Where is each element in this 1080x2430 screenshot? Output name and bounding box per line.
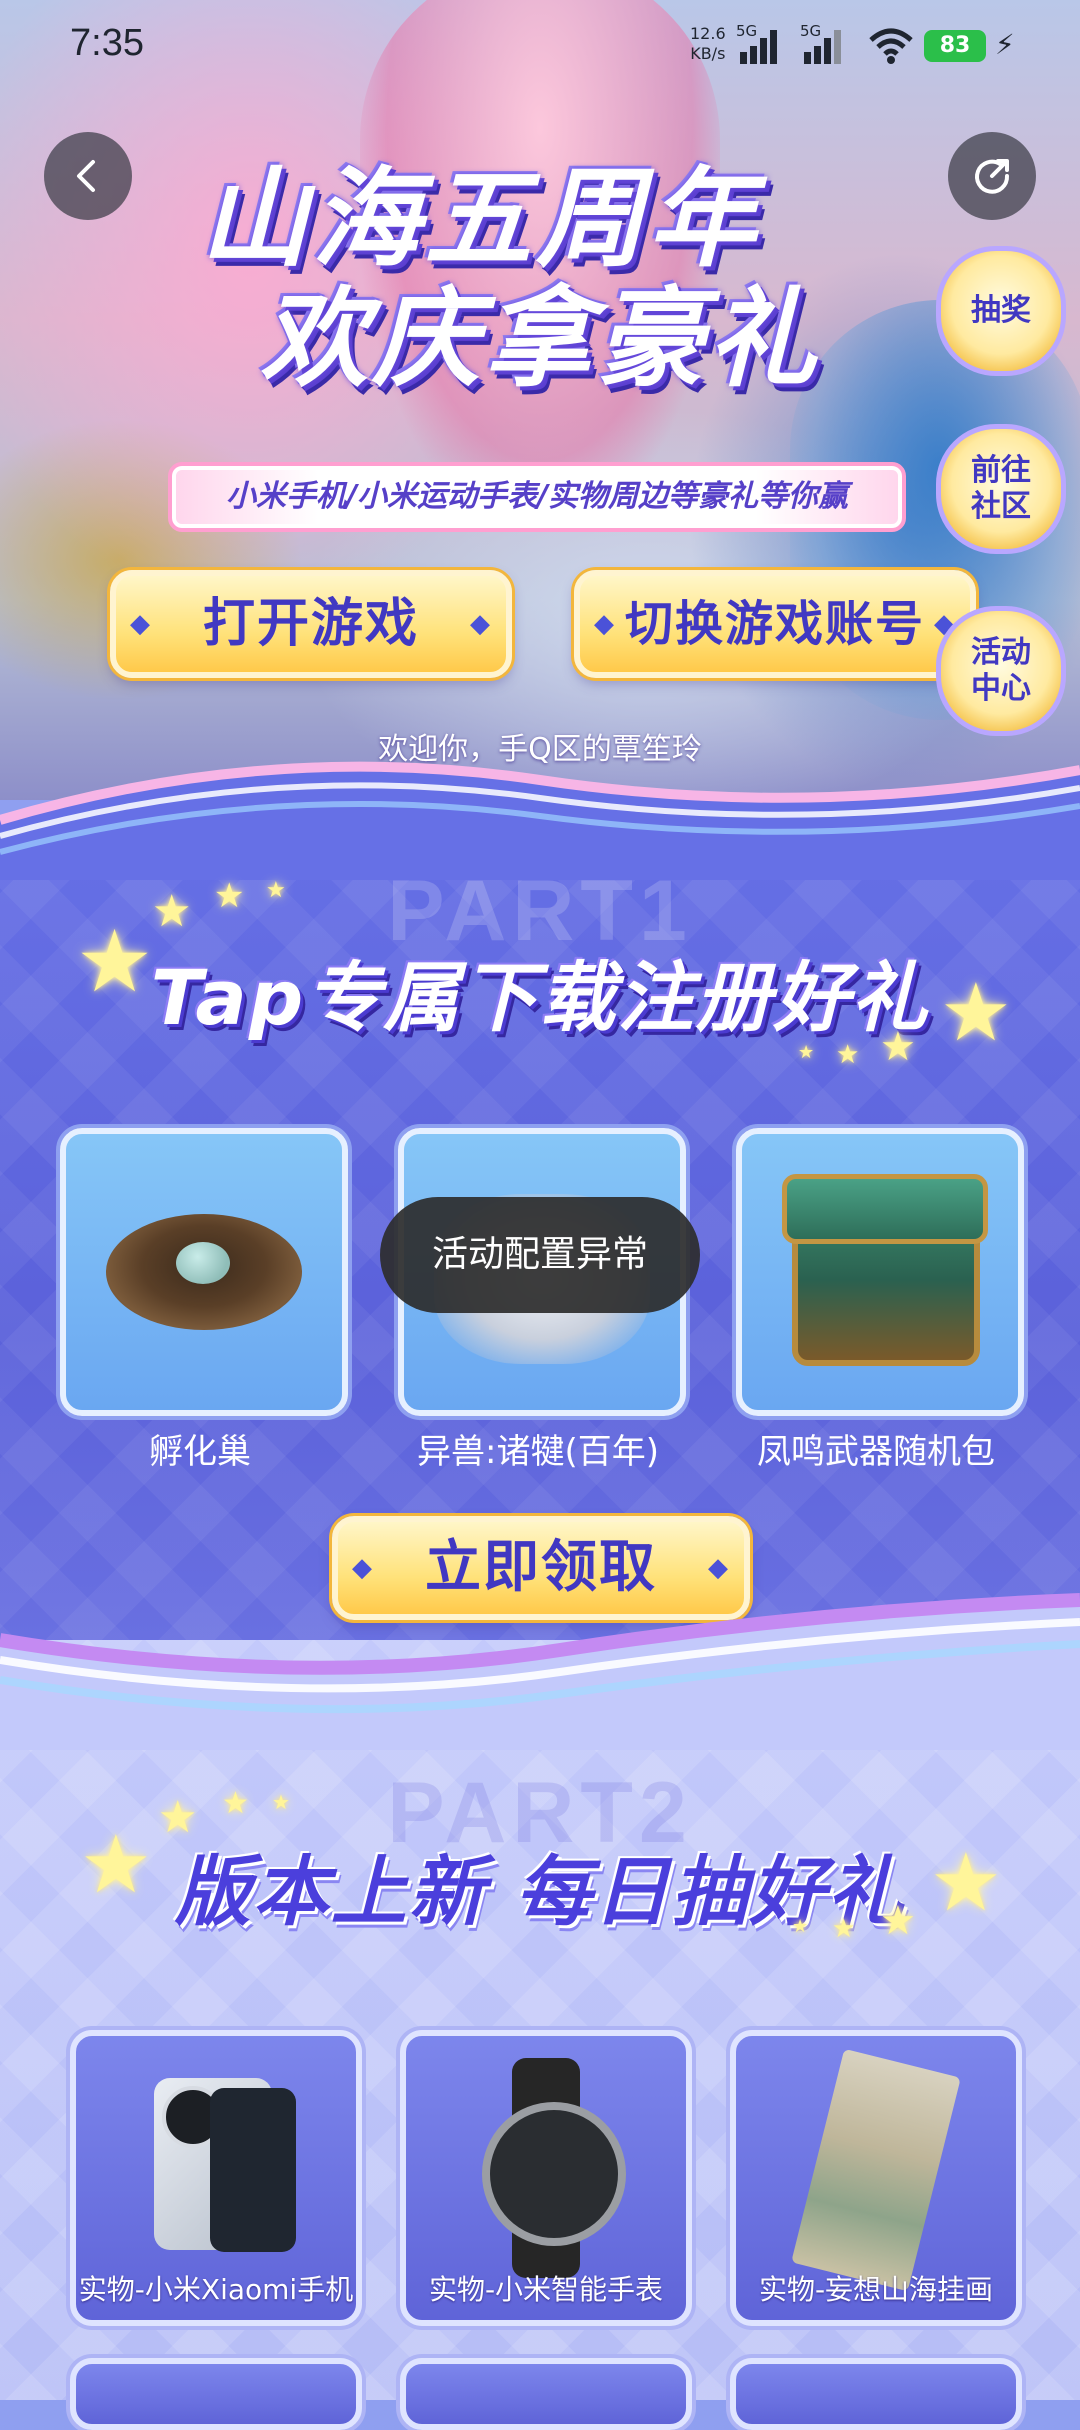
side-activity-center-button[interactable]: 活动 中心 xyxy=(936,606,1066,736)
share-icon xyxy=(975,159,1010,194)
star-icon: ★ xyxy=(76,912,154,1012)
prize-card-next-1[interactable] xyxy=(70,2358,362,2430)
event-title: 山海五周年 欢庆拿豪礼 xyxy=(200,160,900,400)
painting-image xyxy=(791,2048,961,2292)
section1-heading: Tap专属下载注册好礼 xyxy=(150,953,930,1042)
prize-card-next-3[interactable] xyxy=(730,2358,1022,2430)
prize-card-phone[interactable]: 实物-小米Xiaomi手机 xyxy=(70,2030,362,2326)
signal-icon-2: 5G xyxy=(800,22,846,64)
side-lottery-label: 抽奖 xyxy=(971,293,1031,328)
prize-card-watch[interactable]: 实物-小米智能手表 xyxy=(400,2030,692,2326)
event-subtitle: 小米手机/小米运动手表/实物周边等豪礼等你赢 xyxy=(168,462,906,532)
star-icon: ★ xyxy=(836,1040,860,1070)
reward-name-weapon-pack: 凤鸣武器随机包 xyxy=(757,1432,995,1472)
star-icon: ★ xyxy=(214,876,245,916)
prize-card-next-2[interactable] xyxy=(400,2358,692,2430)
wifi-icon xyxy=(868,28,914,64)
star-icon: ★ xyxy=(940,966,1012,1059)
error-toast: 活动配置异常 xyxy=(380,1197,700,1313)
side-lottery-button[interactable]: 抽奖 xyxy=(936,246,1066,376)
wave-divider-top xyxy=(0,761,1080,880)
star-icon: ★ xyxy=(880,1024,916,1070)
prize-name-phone: 实物-小米Xiaomi手机 xyxy=(78,2273,354,2306)
star-icon: ★ xyxy=(880,1898,916,1944)
reward-name-beast: 异兽:诸犍(百年) xyxy=(417,1432,659,1472)
status-time: 7:35 xyxy=(70,22,144,64)
star-icon: ★ xyxy=(80,1818,152,1911)
section2-heading: 版本上新 每日抽好礼 xyxy=(174,1847,906,1936)
back-button[interactable] xyxy=(44,132,132,220)
network-speed: 12.6 KB/s xyxy=(690,24,726,64)
network-speed-unit: KB/s xyxy=(690,44,726,63)
signal-2-label: 5G xyxy=(800,22,822,40)
share-button[interactable] xyxy=(948,132,1036,220)
open-game-button[interactable]: 打开游戏 xyxy=(110,570,512,678)
switch-account-button[interactable]: 切换游戏账号 xyxy=(574,570,976,678)
star-icon: ★ xyxy=(930,1836,1002,1929)
event-title-line1: 山海五周年 xyxy=(200,157,761,282)
star-icon: ★ xyxy=(832,1914,856,1944)
chest-lid-image xyxy=(782,1174,988,1244)
event-title-line2: 欢庆拿豪礼 xyxy=(260,277,821,402)
star-icon: ★ xyxy=(798,1042,815,1063)
egg-item-image xyxy=(176,1242,230,1284)
prize-card-painting[interactable]: 实物-妄想山海挂画 xyxy=(730,2030,1022,2326)
star-icon: ★ xyxy=(152,886,192,937)
side-community-button[interactable]: 前往 社区 xyxy=(936,424,1066,554)
signal-icon: 5G xyxy=(736,22,782,64)
side-activity-center-label: 活动 中心 xyxy=(971,635,1031,706)
star-icon: ★ xyxy=(272,1790,290,1814)
reward-card-weapon-pack[interactable] xyxy=(736,1128,1024,1416)
phone-front-image xyxy=(210,2088,296,2252)
reward-name-nest: 孵化巢 xyxy=(149,1432,251,1472)
prize-name-watch: 实物-小米智能手表 xyxy=(428,2273,664,2306)
watch-image xyxy=(482,2102,626,2246)
wave-divider-middle xyxy=(0,1593,1080,1750)
battery-indicator: 83 xyxy=(924,30,986,62)
star-icon: ★ xyxy=(792,1916,809,1937)
star-icon: ★ xyxy=(266,878,286,903)
side-community-label: 前往 社区 xyxy=(971,453,1031,524)
star-icon: ★ xyxy=(158,1792,198,1843)
chevron-left-icon xyxy=(77,160,95,192)
network-speed-value: 12.6 xyxy=(690,24,726,43)
signal-1-label: 5G xyxy=(736,22,758,40)
reward-card-nest[interactable] xyxy=(60,1128,348,1416)
status-bar: 7:35 12.6 KB/s 5G 5G 83 ⚡ xyxy=(0,0,1080,100)
prize-name-painting: 实物-妄想山海挂画 xyxy=(758,2273,994,2306)
star-icon: ★ xyxy=(222,1786,249,1821)
charging-icon: ⚡ xyxy=(995,28,1015,61)
